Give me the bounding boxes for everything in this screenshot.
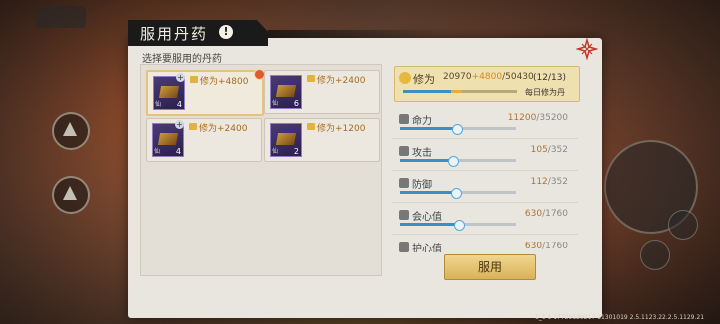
xiuwei-icon (399, 72, 411, 84)
xiuwei-count: (12/13) (533, 73, 566, 83)
life-icon (399, 114, 409, 124)
divider (392, 138, 578, 139)
close-icon[interactable] (576, 38, 598, 60)
stat-name: 防御 (412, 180, 432, 191)
stat-row: 防御 112/352 (394, 177, 576, 202)
stat-value: 11200/35200 (507, 113, 568, 123)
elixir-item[interactable]: 仙4 + 修为+4800 (146, 69, 265, 116)
divider (392, 202, 578, 203)
stat-row: 命力 11200/35200 (394, 113, 576, 138)
elixir-effect: 修为+2400 (317, 76, 366, 86)
attack-icon (399, 146, 409, 156)
xiuwei-panel: 修为 20970+4800/50430 (12/13) 每日修为丹 (394, 66, 580, 102)
elixir-item[interactable]: 仙4 + 修为+2400 (146, 118, 262, 162)
xiuwei-value: 20970+4800/50430 (443, 72, 534, 82)
stat-knob (450, 188, 462, 199)
stat-value: 630/1760 (524, 242, 568, 251)
build-info: 1_1 1 17725129217 11301019 2.5.1123.22.2… (535, 314, 705, 321)
xiuwei-label: 修为 (413, 73, 435, 86)
plus-icon: + (175, 120, 184, 129)
side-button-2[interactable] (52, 176, 90, 214)
stat-name: 会心值 (412, 212, 442, 223)
xiuwei-bar (403, 90, 517, 93)
defense-icon (399, 178, 409, 188)
stat-knob (448, 156, 460, 167)
panel-title: 服用丹药 (140, 25, 209, 43)
stat-row: 护心值 630/1760 (394, 242, 576, 252)
stat-value: 630/1760 (524, 209, 568, 219)
elixir-thumb: 仙2 (270, 123, 302, 157)
stat-name: 命力 (412, 116, 432, 127)
xiuwei-daily-label: 每日修为丹 (525, 88, 565, 97)
crit-resist-icon (399, 242, 409, 252)
divider (392, 234, 578, 235)
plus-icon: + (176, 73, 185, 82)
elixir-effect: 修为+4800 (200, 77, 249, 87)
elixir-item[interactable]: 仙2 修为+1200 (264, 118, 380, 162)
xiuwei-tag-icon (307, 123, 315, 130)
elixir-thumb: 仙6 (270, 75, 302, 109)
stat-name: 攻击 (412, 148, 432, 159)
xiuwei-tag-icon (190, 76, 198, 83)
stat-value: 105/352 (530, 145, 568, 155)
elixir-effect: 修为+1200 (317, 124, 366, 134)
right-button-1[interactable] (640, 240, 670, 270)
side-button-1[interactable] (52, 112, 90, 150)
xiuwei-tag-icon (307, 75, 315, 82)
elixir-effect: 修为+2400 (199, 124, 248, 134)
info-icon[interactable]: ! (219, 25, 233, 39)
title-ink-stroke (268, 30, 448, 38)
xiuwei-tag-icon (189, 123, 197, 130)
stat-row: 攻击 105/352 (394, 145, 576, 170)
crit-icon (399, 210, 409, 220)
subtitle: 选择要服用的丹药 (142, 54, 222, 65)
stat-knob (451, 124, 463, 135)
right-button-2[interactable] (668, 210, 698, 240)
divider (392, 170, 578, 171)
stat-knob (454, 220, 465, 231)
stat-name: 护心值 (412, 244, 442, 252)
top-left-badge[interactable] (36, 6, 86, 28)
stat-row: 会心值 630/1760 (394, 209, 576, 234)
use-button[interactable]: 服用 (444, 254, 536, 280)
elixir-item[interactable]: 仙6 修为+2400 (264, 70, 380, 114)
stat-value: 112/352 (530, 177, 568, 187)
